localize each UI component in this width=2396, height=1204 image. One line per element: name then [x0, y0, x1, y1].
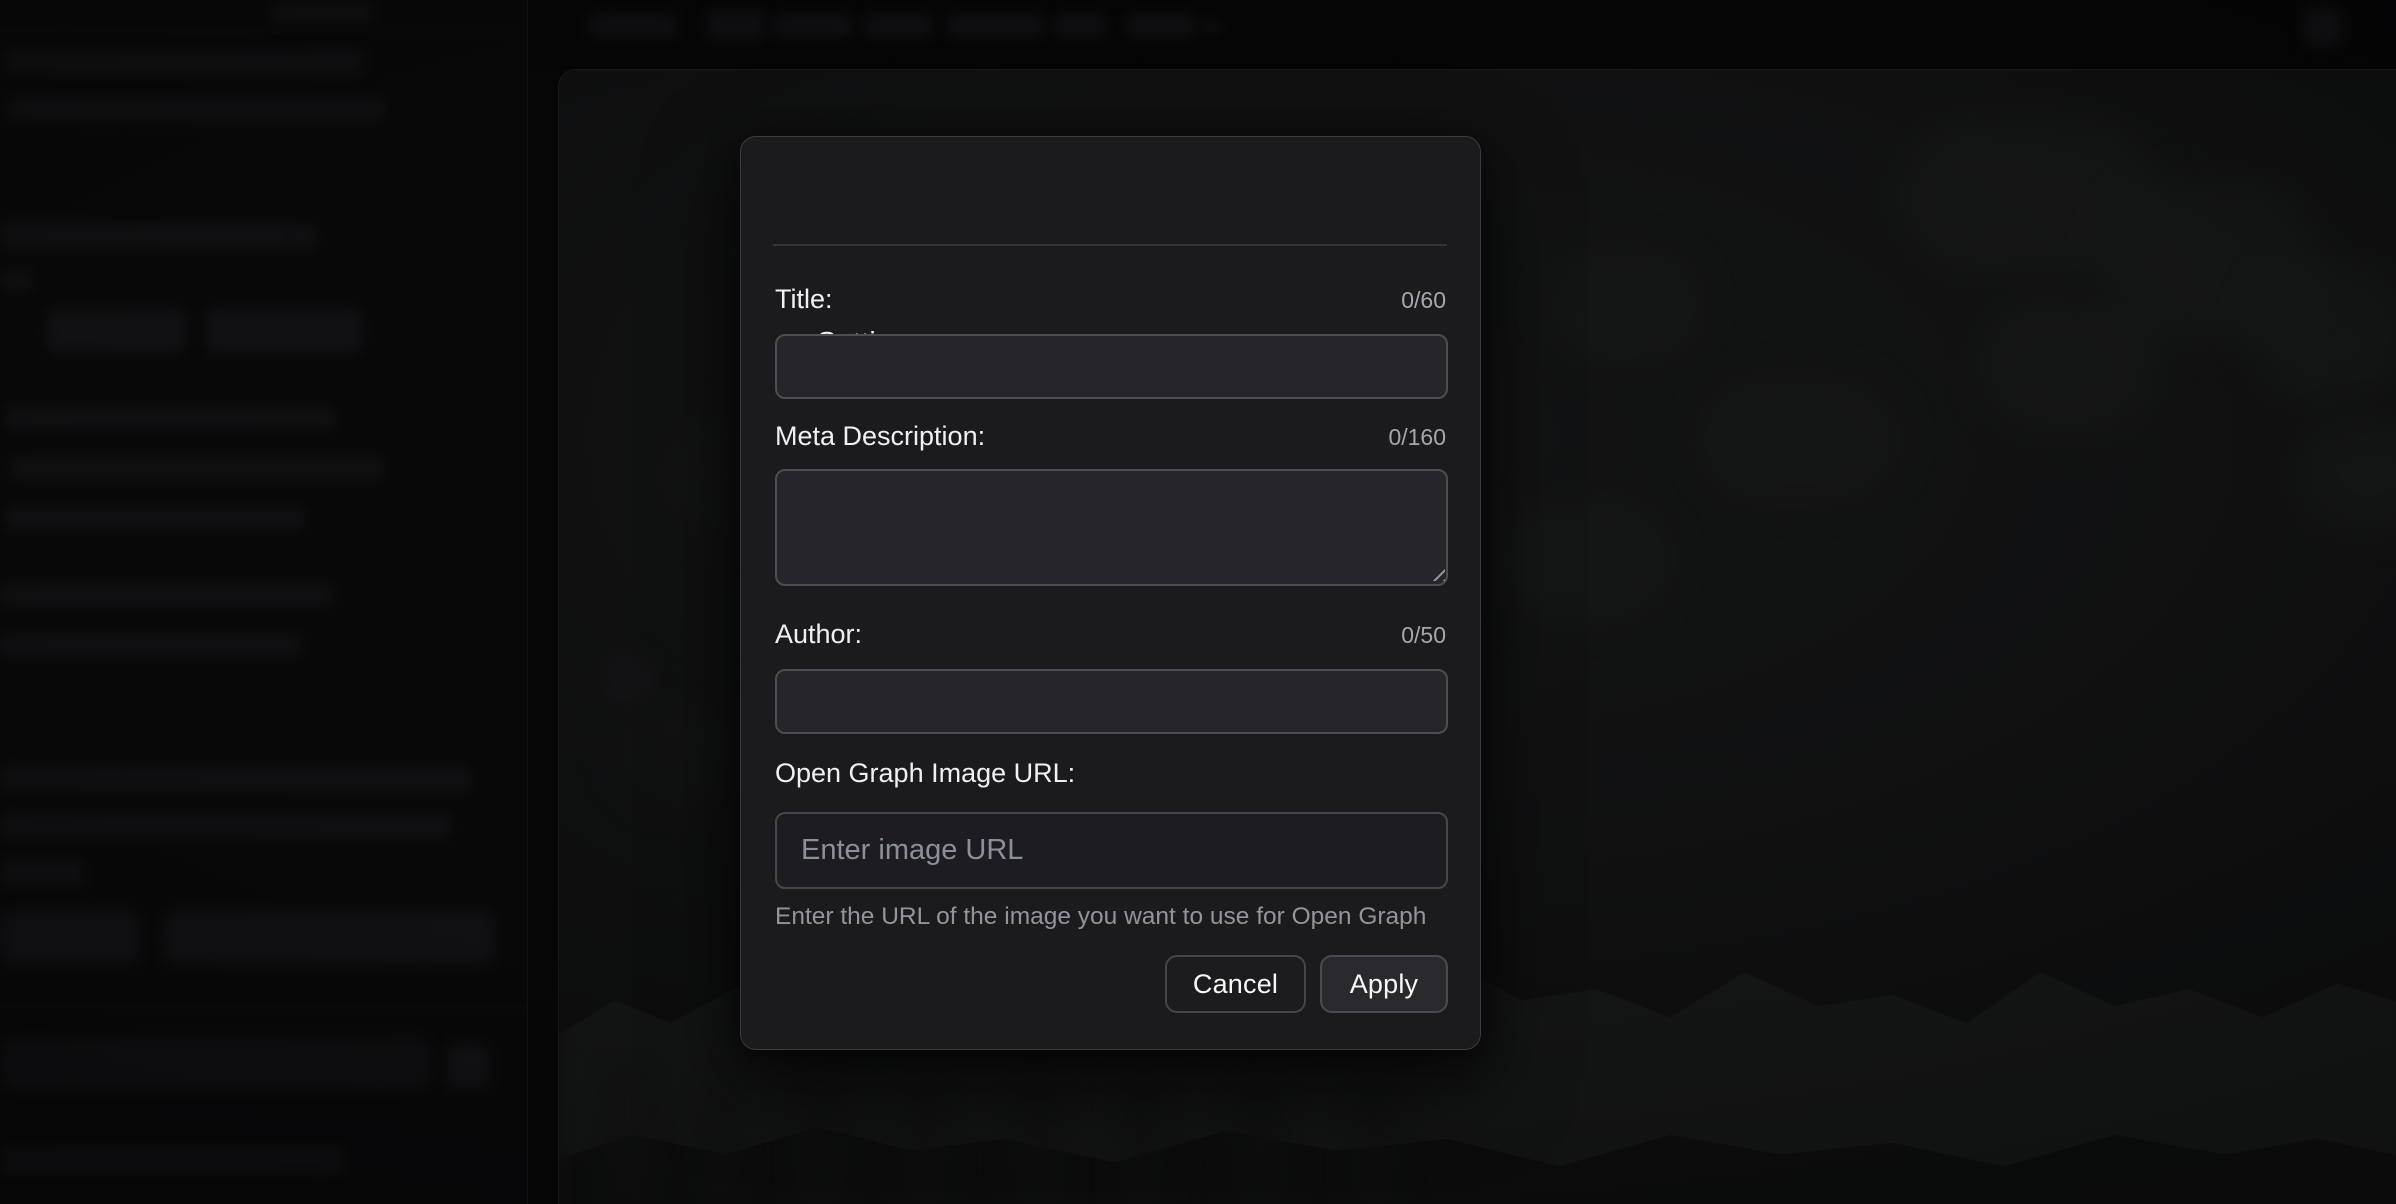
og-image-url-input[interactable]: [775, 812, 1448, 889]
title-input[interactable]: [775, 334, 1448, 399]
og-image-url-label: Open Graph Image URL:: [775, 759, 1075, 787]
og-image-url-helper-text: Enter the URL of the image you want to u…: [775, 904, 1426, 930]
header-divider: [773, 244, 1447, 246]
meta-description-label: Meta Description:: [775, 422, 985, 450]
author-label: Author:: [775, 620, 862, 648]
title-label: Title:: [775, 285, 833, 313]
settings-dialog: Settings Title: 0/60 Meta Description: 0…: [740, 136, 1481, 1050]
app-window: Settings Title: 0/60 Meta Description: 0…: [0, 0, 2396, 1204]
title-char-counter: 0/60: [1401, 288, 1446, 312]
meta-description-char-counter: 0/160: [1388, 425, 1446, 449]
author-input[interactable]: [775, 669, 1448, 734]
cancel-button[interactable]: Cancel: [1165, 955, 1306, 1013]
meta-description-textarea[interactable]: [775, 469, 1448, 586]
author-char-counter: 0/50: [1401, 623, 1446, 647]
apply-button[interactable]: Apply: [1320, 955, 1448, 1013]
